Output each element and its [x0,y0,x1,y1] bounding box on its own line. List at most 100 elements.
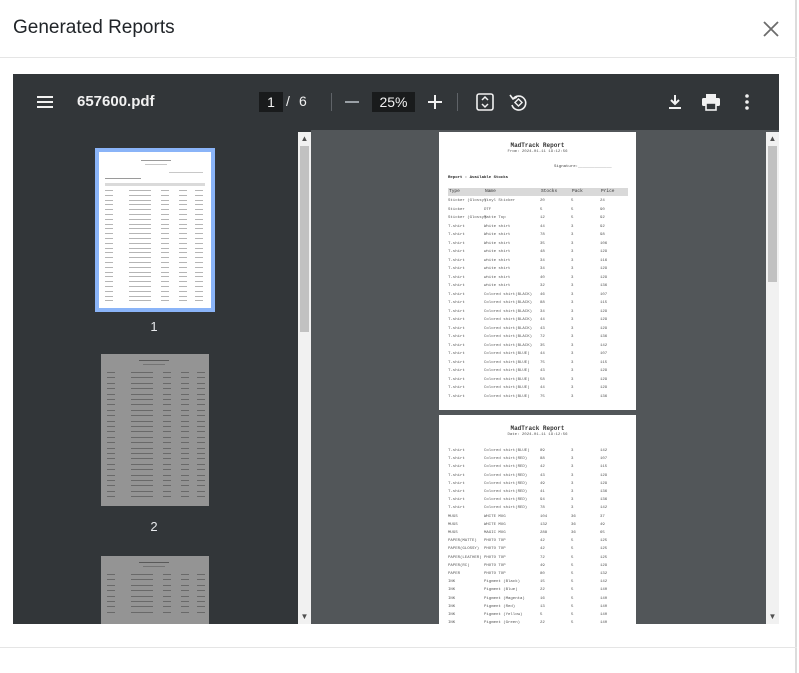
thumbnail-text-line [131,458,153,460]
modal-header: Generated Reports [0,0,797,58]
table-row: T-shirt white shirt 34 3 116 [448,259,628,265]
thumbnail-text-line [131,590,153,592]
table-cell: 140 [600,596,608,601]
table-row: T-shirt White shirt 44 3 92 [448,225,628,231]
scrollbar-thumb[interactable] [300,146,309,332]
thumbnail-page-2[interactable] [101,354,209,506]
table-cell: white shirt [484,284,511,288]
table-row: INK Pigment (Green) 22 5 140 [448,621,628,624]
close-icon[interactable] [758,16,784,42]
thumbnail-text-line [131,496,153,498]
table-cell: 44 [540,386,545,390]
zoom-in-icon[interactable] [426,93,444,111]
table-row: INK Pigment (Black) 15 5 142 [448,580,628,586]
table-cell: 136 [600,490,608,494]
table-cell: 90 [600,207,605,212]
table-cell: 3 [571,506,574,511]
thumbnail-text-line [163,490,171,492]
thumbnail-text-line [179,290,187,292]
table-row: T-shirt Colored shirt(BLACK) 34 3 129 [448,310,628,316]
table-cell: PHOTO TOP [484,539,506,544]
document-scrollbar[interactable]: ▲ ▼ [766,132,779,624]
table-row: T-shirt Colored shirt(RED) 94 3 136 [448,498,628,504]
thumbnail-text-line [163,480,171,481]
thumbnail-text-line [163,611,171,613]
fit-page-icon[interactable] [475,92,495,112]
thumbnail-text-line [179,295,187,297]
table-cell: T-shirt [448,326,465,331]
thumbnail-text-line [129,271,151,273]
table-cell: 129 [600,309,608,314]
thumbnail-text-line [163,496,171,498]
table-row: T-shirt Colored shirt(BLUE) 75 3 136 [448,395,628,401]
thumbnail-text-line [161,295,169,297]
table-cell: T-shirt [448,292,465,297]
thumbnail-text-line [181,436,189,438]
more-vert-icon[interactable] [737,92,757,112]
thumbnail-text-line [179,190,187,191]
thumbnail-text-line [107,399,115,400]
thumbnail-text-line [163,404,171,406]
table-cell: T-shirt [448,457,465,462]
table-row: MUGS WHITE MUG 104 36 37 [448,515,628,521]
rotate-icon[interactable] [507,91,529,113]
scrollbar-thumb[interactable] [768,146,777,282]
table-cell: 5 [571,604,574,609]
thumbnail-text-line [131,490,153,492]
table-cell: Pigment (Black) [484,580,521,585]
table-cell: 15 [540,580,545,585]
thumbnail-text-line [179,286,187,287]
scroll-down-arrow[interactable]: ▼ [766,612,779,622]
thumbnail-text-line [197,388,205,390]
thumbnail-text-line [197,404,205,406]
menu-icon[interactable] [35,92,55,112]
thumbnail-text-line [129,209,151,211]
thumbnail-page-3[interactable] [101,556,209,624]
table-row: T-shirt Colored shirt(RED) 42 3 115 [448,465,628,471]
print-icon[interactable] [700,92,722,112]
table-cell: T-shirt [448,343,465,348]
thumbnail-text-line [179,218,187,220]
table-cell: 13 [540,604,545,609]
download-icon[interactable] [665,92,685,112]
table-cell: 42 [540,539,545,544]
table-cell: Colored shirt(BLACK) [484,335,533,339]
table-cell: 5 [571,613,574,617]
table-row: T-shirt Colored shirt(BLUE) 44 3 129 [448,386,628,392]
zoom-out-icon[interactable] [343,93,361,111]
thumbnail-text-line [195,271,203,273]
thumbnail-text-line [181,606,189,608]
table-row: T-shirt white shirt 48 3 129 [448,250,628,256]
zoom-level-input[interactable]: 25% [372,92,415,112]
table-row: Sticker DTF 5 5 90 [448,208,628,214]
page-total: 6 [299,93,307,109]
thumbnail-text-line [195,204,203,206]
scroll-down-arrow[interactable]: ▼ [298,612,311,622]
table-cell: Colored shirt(BLUE) [484,377,530,382]
table-cell: 43 [540,326,545,331]
generated-reports-modal: Generated Reports 657600.pdf 1 / 6 25% 1… [0,0,797,673]
scroll-up-arrow[interactable]: ▲ [298,134,311,144]
scroll-up-arrow[interactable]: ▲ [766,134,779,144]
thumbnail-text-line [107,590,115,592]
table-row: INK Pigment (Blue) 22 5 140 [448,588,628,594]
table-row: T-shirt Colored shirt(BLACK) 46 3 107 [448,293,628,299]
table-cell: 129 [600,275,608,280]
thumbnail-text-line [197,436,205,438]
table-cell: T-shirt [448,267,465,271]
thumbnail-text-line [105,209,113,211]
table-cell: 129 [600,267,608,271]
thumbnail-text-line [107,469,115,471]
table-cell: Colored shirt(RED) [484,457,528,462]
table-cell: 104 [540,514,548,519]
table-cell: White shirt [484,233,511,237]
sidebar-scrollbar[interactable]: ▲ ▼ [298,132,311,624]
pdf-page-1: MadTrack Report From: 2024-01-11 19:12:5… [439,132,636,410]
thumbnail-text-line [179,266,187,268]
page-number-input[interactable]: 1 [259,92,283,112]
thumbnail-text-line [107,404,115,406]
table-cell: 46 [540,292,545,297]
table-row: PAPER(GLOSSY) PHOTO TOP 42 5 125 [448,547,628,553]
thumbnail-text-line [197,372,205,373]
thumbnail-page-1[interactable] [95,148,215,312]
